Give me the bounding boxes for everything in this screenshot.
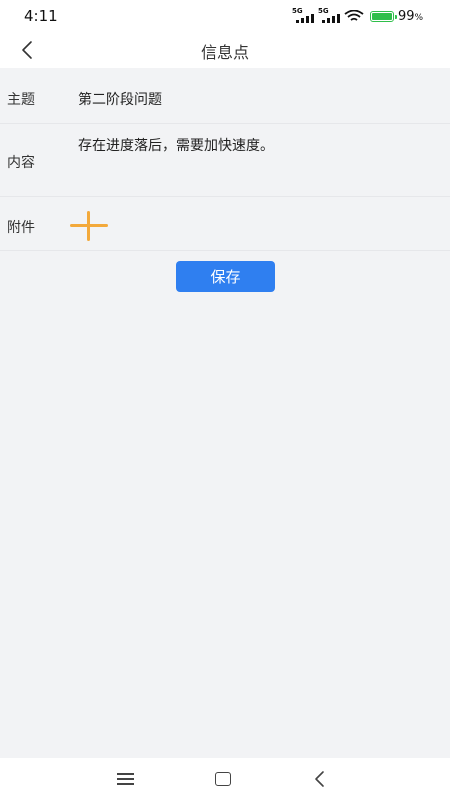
battery-percentage: 99% [398, 9, 424, 24]
info-point-form: 主题 第二阶段问题 内容 存在进度落后，需要加快速度。 附件 [0, 68, 450, 251]
plus-icon[interactable] [70, 211, 108, 241]
content-field[interactable]: 存在进度落后，需要加快速度。 [78, 136, 438, 156]
page-title: 信息点 [200, 43, 249, 62]
attachment-row: 附件 [0, 197, 450, 251]
menu-icon[interactable] [117, 773, 134, 785]
subject-row: 主题 第二阶段问题 [0, 68, 450, 124]
battery-charging-icon [370, 11, 397, 22]
navigation-bar: 信息点 [0, 32, 450, 68]
subject-field[interactable]: 第二阶段问题 [78, 89, 162, 109]
save-button[interactable]: 保存 [176, 261, 275, 292]
subject-label: 主题 [7, 92, 35, 108]
status-bar: 4:11 5G 5G 99% [0, 0, 450, 32]
back-icon[interactable] [313, 770, 327, 788]
status-time: 4:11 [24, 7, 58, 25]
wifi-icon [344, 10, 364, 21]
content-label: 内容 [7, 155, 35, 171]
system-navigation-bar [0, 758, 450, 800]
content-row: 内容 存在进度落后，需要加快速度。 [0, 124, 450, 197]
home-icon[interactable] [215, 772, 231, 786]
attachment-label: 附件 [7, 220, 35, 236]
